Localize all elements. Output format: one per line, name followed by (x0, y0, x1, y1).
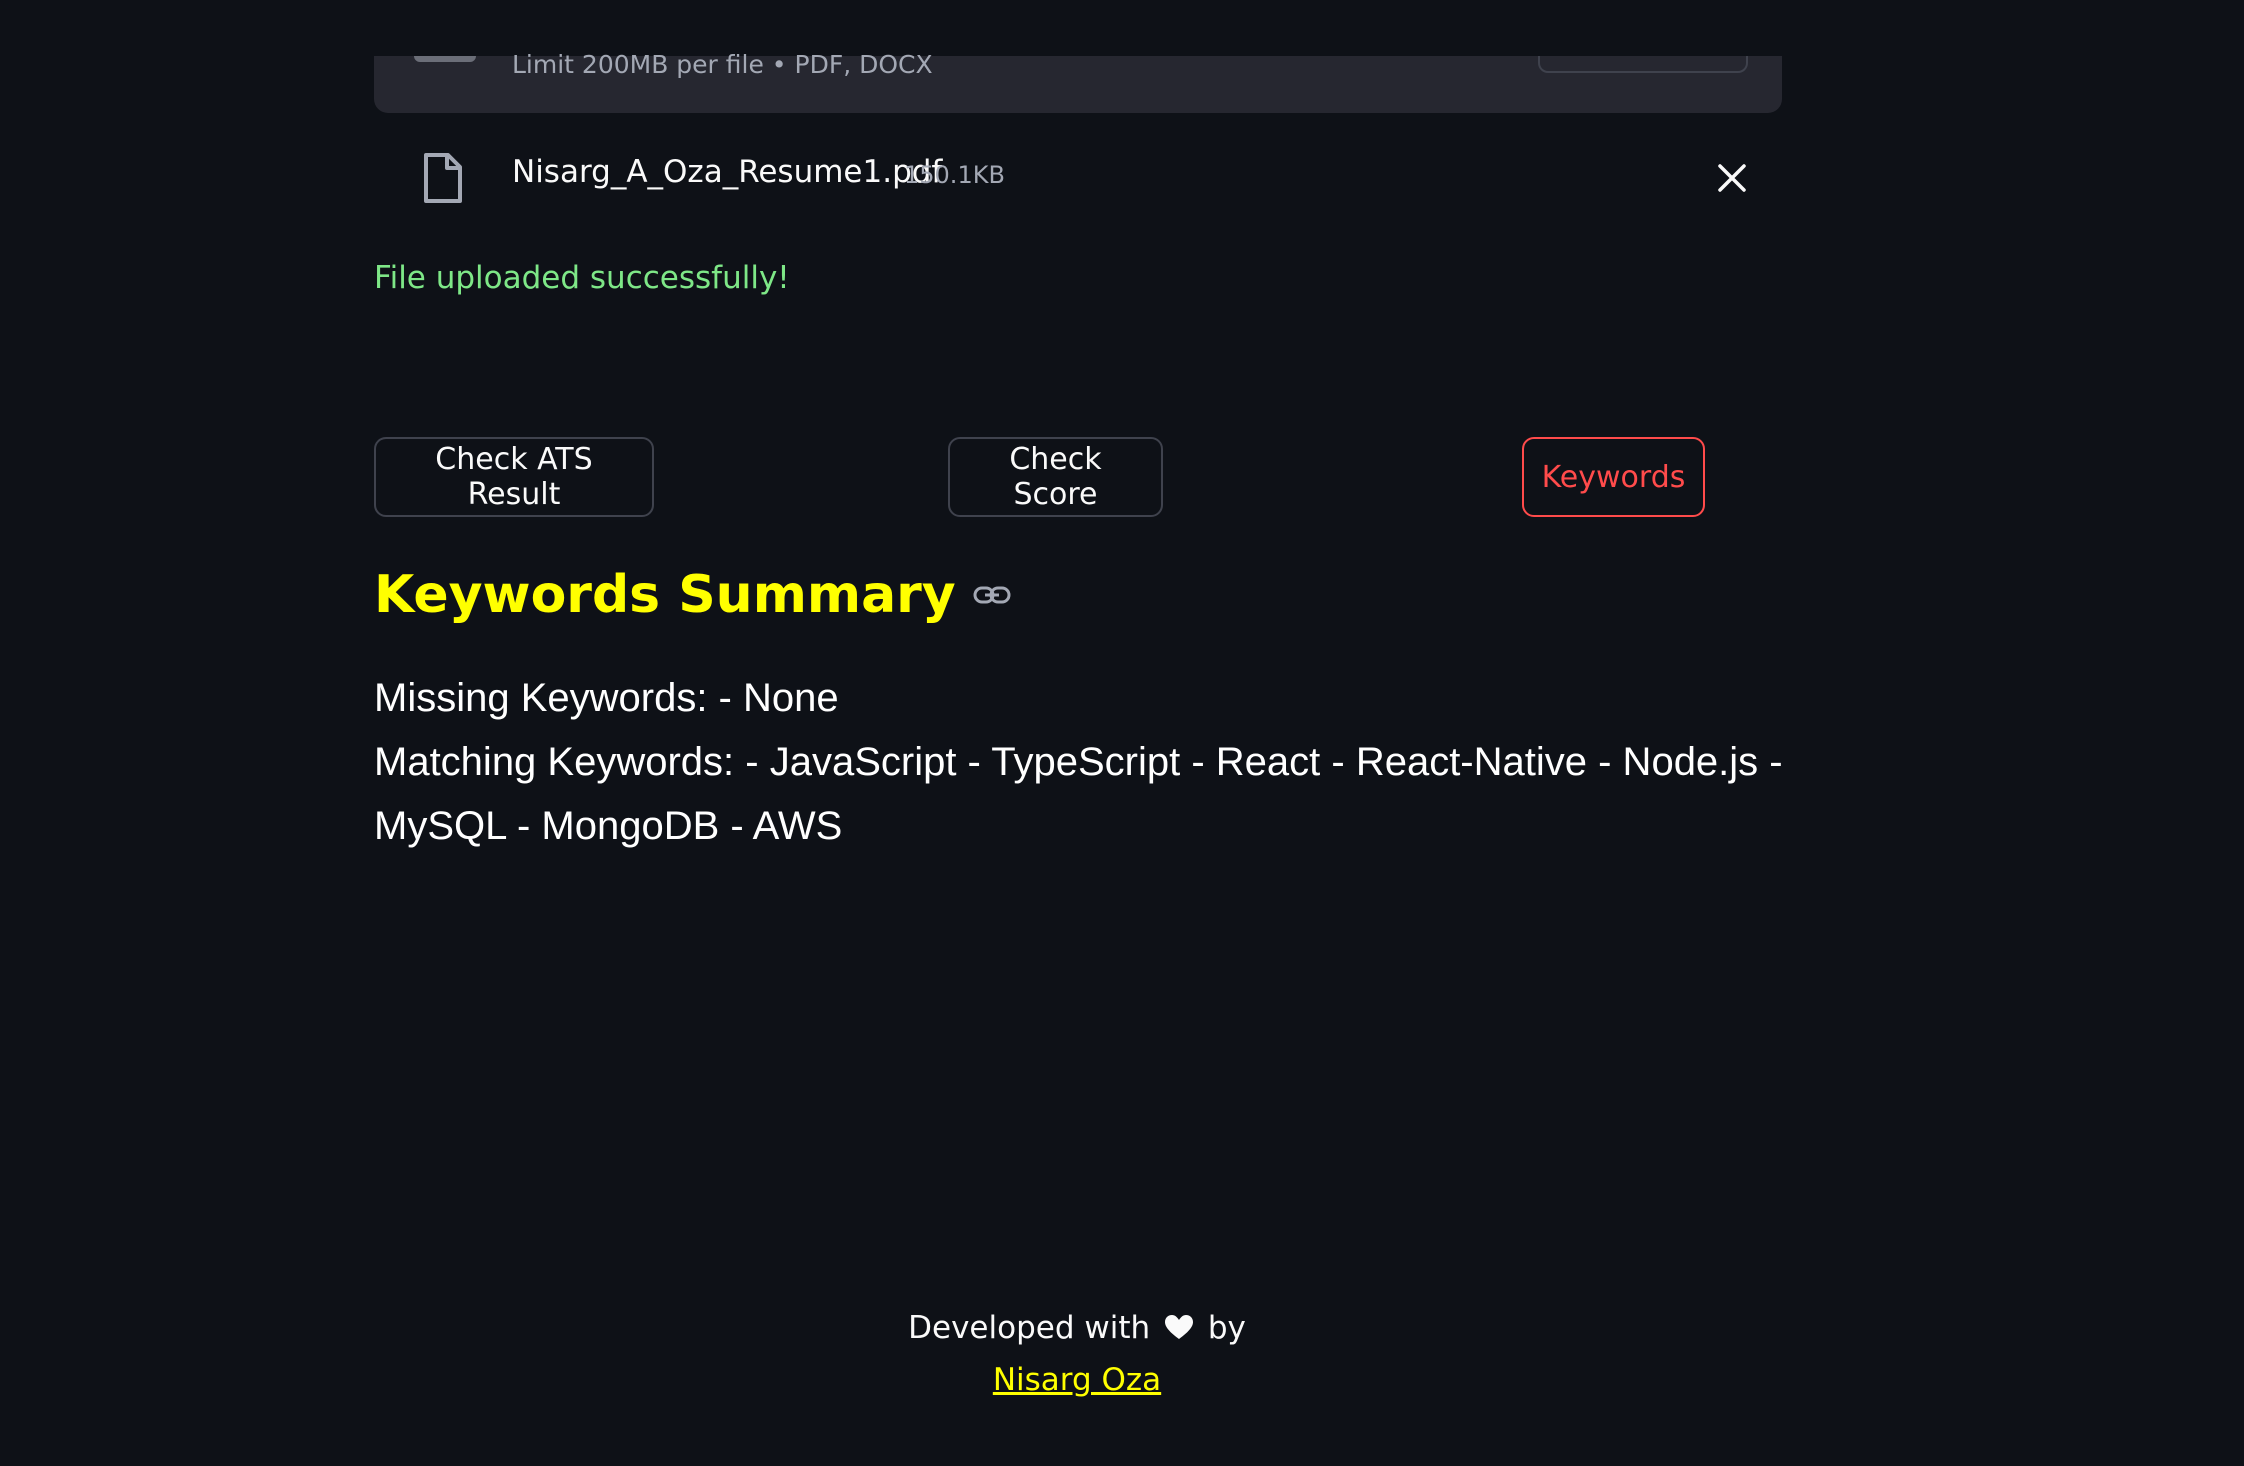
author-link[interactable]: Nisarg Oza (993, 1362, 1161, 1398)
uploaded-file-row: Nisarg_A_Oza_Resume1.pdf 150.1KB (374, 140, 1782, 216)
footer-credit-line: Developed with by (0, 1302, 2154, 1354)
file-dropzone[interactable]: Limit 200MB per file • PDF, DOCX (374, 50, 1782, 113)
missing-keywords: Missing Keywords: - None (374, 676, 839, 720)
footer-prefix: Developed with (908, 1310, 1151, 1346)
footer-suffix: by (1207, 1310, 1246, 1346)
matching-keywords: Matching Keywords: - JavaScript - TypeSc… (374, 740, 1783, 848)
uploaded-file-size: 150.1KB (904, 161, 1005, 189)
upload-limit-text: Limit 200MB per file • PDF, DOCX (512, 50, 933, 79)
footer: Developed with by Nisarg Oza (0, 1302, 2154, 1406)
close-icon[interactable] (1714, 160, 1750, 196)
file-icon (424, 153, 462, 203)
upload-success-message: File uploaded successfully! (374, 260, 790, 296)
keywords-summary-heading-row: Keywords Summary (374, 565, 1012, 625)
uploaded-file-name: Nisarg_A_Oza_Resume1.pdf (512, 154, 943, 190)
check-ats-result-button[interactable]: Check ATS Result (374, 437, 654, 517)
keywords-summary-heading: Keywords Summary (374, 565, 956, 625)
heart-icon (1164, 1315, 1193, 1339)
keywords-button[interactable]: Keywords (1522, 437, 1705, 517)
upload-cloud-icon (414, 56, 476, 62)
check-score-button[interactable]: Check Score (948, 437, 1163, 517)
page: Limit 200MB per file • PDF, DOCX Nisarg_… (0, 0, 2244, 1466)
browse-files-button[interactable] (1538, 56, 1748, 73)
link-icon[interactable] (972, 582, 1012, 608)
keywords-summary-text: Missing Keywords: - None Matching Keywor… (374, 666, 1794, 858)
